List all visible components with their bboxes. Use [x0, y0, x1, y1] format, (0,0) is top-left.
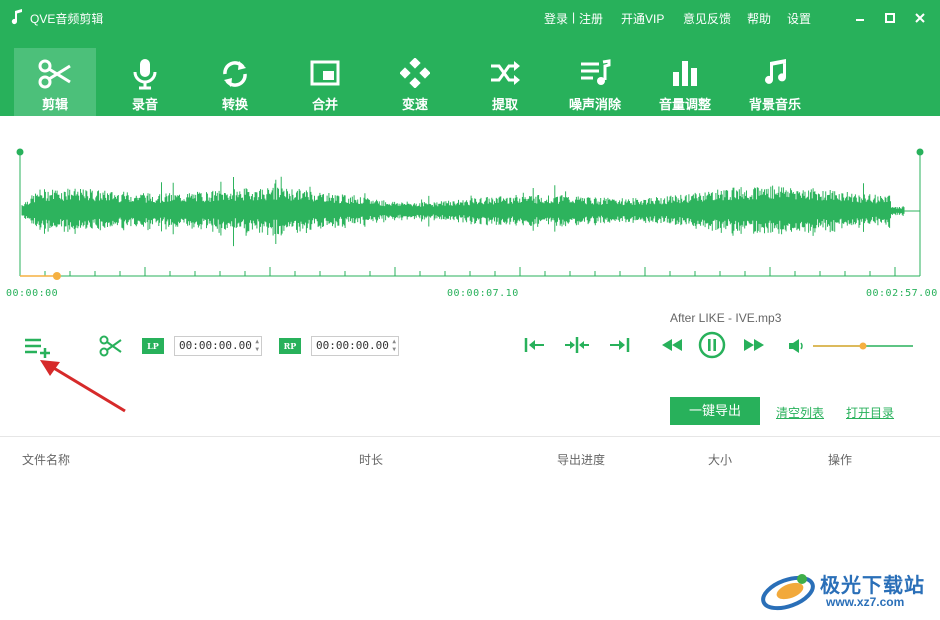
column-export-progress: 导出进度 — [557, 453, 606, 467]
tab-cut-label: 剪辑 — [41, 97, 68, 112]
file-name: After LIKE - IVE.mp3 — [670, 311, 782, 325]
time-start: 00:00:00 — [6, 288, 59, 299]
tab-noise[interactable]: 噪声消除 — [554, 48, 636, 116]
left-marker-handle[interactable] — [16, 148, 24, 156]
shuffle-icon — [491, 61, 520, 85]
jump-start-icon[interactable] — [524, 336, 546, 354]
settings-link[interactable]: 设置 — [787, 10, 811, 27]
open-directory-link[interactable]: 打开目录 — [846, 404, 894, 421]
rp-time-input[interactable]: 00:00:00.00 ▲ ▼ — [311, 336, 399, 356]
tab-merge[interactable]: 合并 — [284, 48, 366, 116]
volume-slider[interactable] — [812, 340, 914, 352]
tab-record[interactable]: 录音 — [104, 48, 186, 116]
rp-spinner-icon[interactable]: ▲ ▼ — [392, 338, 396, 354]
rewind-icon[interactable] — [661, 338, 683, 352]
music-note-icon — [765, 59, 787, 84]
tab-convert[interactable]: 转换 — [194, 48, 276, 116]
tab-extract[interactable]: 提取 — [464, 48, 546, 116]
tab-bgm[interactable]: 背景音乐 — [734, 48, 816, 116]
rp-badge: RP — [279, 338, 301, 354]
volume-bars-icon — [673, 61, 697, 86]
clear-list-link[interactable]: 清空列表 — [776, 404, 824, 421]
playhead-handle[interactable] — [52, 272, 61, 280]
watermark: 极光下载站 www.xz7.com — [758, 565, 938, 617]
pause-icon[interactable] — [698, 331, 726, 359]
watermark-title: 极光下载站 — [820, 575, 925, 597]
vip-link[interactable]: 开通VIP — [621, 10, 664, 27]
time-end: 00:02:57.00 — [866, 288, 938, 299]
lp-time-input[interactable]: 00:00:00.00 ▲ ▼ — [174, 336, 262, 356]
help-link[interactable]: 帮助 — [747, 10, 771, 27]
microphone-icon — [133, 59, 157, 90]
column-duration: 时长 — [359, 453, 384, 467]
time-current: 00:00:07.10 — [447, 288, 519, 299]
waveform — [21, 176, 920, 247]
feedback-link[interactable]: 意见反馈 — [683, 10, 731, 27]
annotation-arrow — [40, 360, 126, 413]
volume-knob[interactable] — [859, 342, 867, 350]
column-file-name: 文件名称 — [22, 453, 71, 467]
tab-convert-label: 转换 — [221, 97, 248, 112]
right-marker-handle[interactable] — [916, 148, 924, 156]
minimize-icon[interactable] — [852, 10, 868, 26]
menu-separator: | — [572, 10, 576, 24]
lp-time-value: 00:00:00.00 — [179, 339, 252, 352]
app-title: QVE音频剪辑 — [30, 12, 104, 26]
rp-time-value: 00:00:00.00 — [316, 339, 389, 352]
merge-icon — [310, 60, 340, 86]
speaker-icon[interactable] — [788, 338, 806, 354]
fast-forward-icon[interactable] — [743, 338, 765, 352]
watermark-logo-icon — [761, 574, 815, 611]
watermark-url: www.xz7.com — [826, 595, 905, 609]
jump-center-icon[interactable] — [564, 336, 590, 354]
tab-merge-label: 合并 — [311, 97, 338, 112]
tab-cut[interactable]: 剪辑 — [14, 48, 96, 116]
tab-speed-label: 变速 — [401, 97, 428, 112]
speed-icon — [400, 58, 430, 88]
register-link[interactable]: 注册 — [579, 10, 603, 27]
tab-volume-label: 音量调整 — [658, 97, 711, 112]
tab-noise-label: 噪声消除 — [568, 97, 621, 112]
tab-bgm-label: 背景音乐 — [748, 97, 801, 112]
jump-end-icon[interactable] — [608, 336, 630, 354]
lp-spinner-icon[interactable]: ▲ ▼ — [255, 338, 259, 354]
lp-badge: LP — [142, 338, 164, 354]
column-actions: 操作 — [828, 453, 853, 467]
app-header: QVE音频剪辑 登录 | 注册 开通VIP 意见反馈 帮助 设置 剪辑 录音 转… — [0, 0, 940, 116]
convert-icon — [223, 61, 247, 87]
scissors-icon[interactable] — [99, 335, 123, 357]
timeline-ticks — [19, 267, 921, 276]
file-table-header: 文件名称 时长 导出进度 大小 操作 — [0, 436, 940, 477]
maximize-icon[interactable] — [882, 10, 898, 26]
tab-speed[interactable]: 变速 — [374, 48, 456, 116]
tab-extract-label: 提取 — [491, 97, 518, 112]
login-link[interactable]: 登录 — [544, 10, 568, 27]
export-button[interactable]: 一键导出 — [670, 397, 760, 425]
tab-record-label: 录音 — [131, 97, 158, 112]
close-icon[interactable] — [912, 10, 928, 26]
noise-icon — [581, 59, 611, 85]
waveform-panel[interactable] — [0, 116, 940, 306]
title-bar: QVE音频剪辑 登录 | 注册 开通VIP 意见反馈 帮助 设置 — [0, 0, 940, 36]
scissors-icon — [38, 59, 71, 89]
column-size: 大小 — [708, 453, 733, 467]
music-note-icon — [11, 9, 22, 25]
tab-volume[interactable]: 音量调整 — [644, 48, 726, 116]
